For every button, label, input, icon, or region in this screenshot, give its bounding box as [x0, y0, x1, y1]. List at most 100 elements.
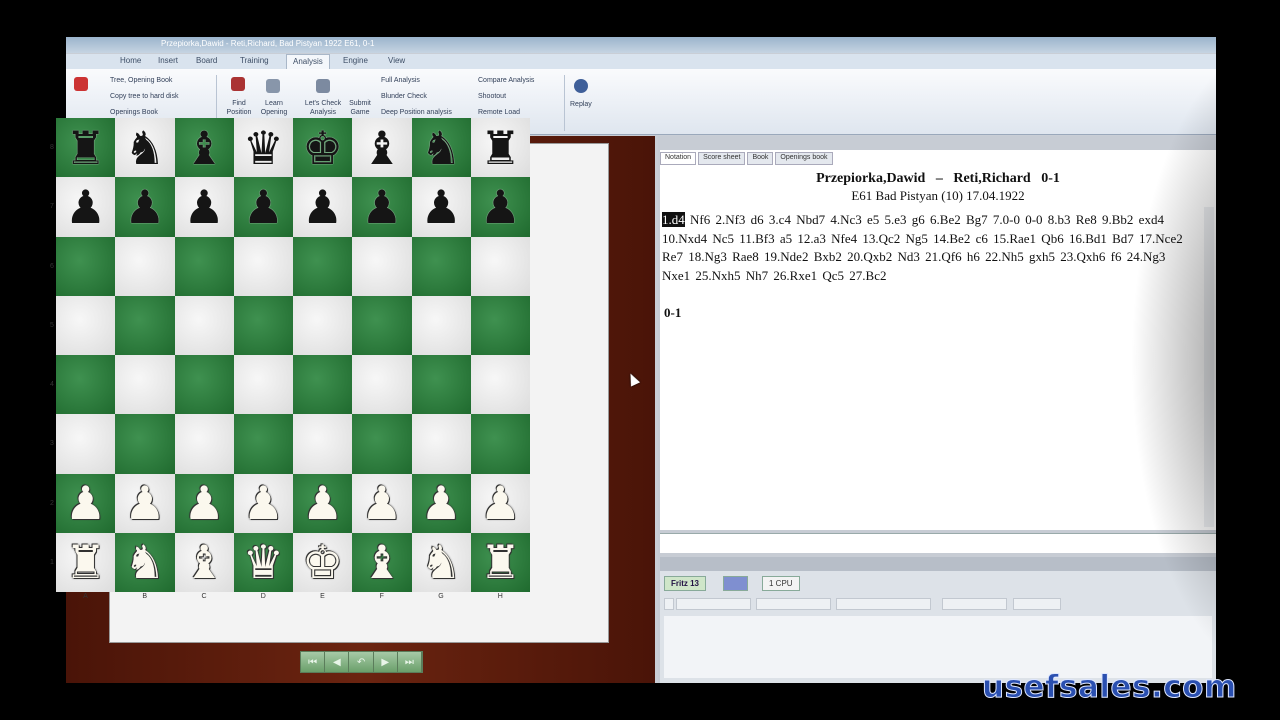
square-d3[interactable]	[233, 414, 293, 474]
square-d7[interactable]: ♟	[233, 177, 293, 237]
square-a3[interactable]	[56, 414, 116, 474]
lets-check-button[interactable]: Let's Check Analysis	[303, 99, 343, 117]
first-move-button[interactable]: ⏮	[301, 652, 326, 672]
tab-board[interactable]: Board	[196, 56, 217, 65]
black-pawn-icon[interactable]: ♟	[421, 184, 462, 230]
white-king-icon[interactable]: ♚	[302, 539, 343, 585]
notation-pane[interactable]	[660, 150, 1216, 530]
square-b2[interactable]: ♟	[115, 473, 175, 533]
chess-board[interactable]: ♜ ♞ ♝ ♛ ♚ ♝ ♞ ♜ ♟ ♟ ♟ ♟ ♟ ♟ ♟ ♟ ♟ ♟ ♟ ♟ ♟ ♟ ♟ ♟ ♜ ♞ ♝ ♛ ♚ ♝ ♞ ♜	[56, 118, 530, 592]
black-pawn-icon[interactable]: ♟	[361, 184, 402, 230]
engine-name-button[interactable]: Fritz 13	[664, 576, 707, 591]
white-knight-icon[interactable]: ♞	[124, 539, 165, 585]
deep-position-button[interactable]: Deep Position analysis	[381, 109, 452, 116]
white-pawn-icon[interactable]: ♟	[124, 480, 165, 526]
square-b7[interactable]: ♟	[115, 177, 175, 237]
square-g6[interactable]	[411, 236, 471, 296]
remote-load-button[interactable]: Remote Load	[478, 109, 520, 116]
square-c5[interactable]	[174, 295, 234, 355]
square-a4[interactable]	[56, 355, 116, 415]
copy-tree-button[interactable]: Copy tree to hard disk	[110, 93, 178, 100]
compare-analysis-button[interactable]: Compare Analysis	[478, 77, 534, 84]
square-h2[interactable]: ♟	[470, 473, 530, 533]
submit-game-button[interactable]: Submit Game	[340, 99, 380, 117]
tree-book-dropdown[interactable]: Tree, Opening Book	[110, 77, 172, 84]
black-pawn-icon[interactable]: ♟	[302, 184, 343, 230]
square-f4[interactable]	[352, 355, 412, 415]
square-e2[interactable]: ♟	[293, 473, 353, 533]
black-bishop-icon[interactable]: ♝	[361, 125, 402, 171]
blunder-check-button[interactable]: Blunder Check	[381, 93, 427, 100]
white-pawn-icon[interactable]: ♟	[421, 480, 462, 526]
black-knight-icon[interactable]: ♞	[124, 125, 165, 171]
square-g2[interactable]: ♟	[411, 473, 471, 533]
square-g5[interactable]	[411, 295, 471, 355]
square-e7[interactable]: ♟	[293, 177, 353, 237]
square-f1[interactable]: ♝	[352, 532, 412, 592]
tab-openings-book[interactable]: Openings book	[775, 152, 833, 165]
openings-book-button[interactable]: Openings Book	[110, 109, 158, 116]
square-c1[interactable]: ♝	[174, 532, 234, 592]
square-f2[interactable]: ♟	[352, 473, 412, 533]
white-pawn-icon[interactable]: ♟	[361, 480, 402, 526]
next-move-button[interactable]: ▶	[374, 652, 398, 672]
tab-engine[interactable]: Engine	[343, 56, 368, 65]
black-pawn-icon[interactable]: ♟	[184, 184, 225, 230]
square-c6[interactable]	[174, 236, 234, 296]
white-rook-icon[interactable]: ♜	[65, 539, 106, 585]
square-b6[interactable]	[115, 236, 175, 296]
white-pawn-icon[interactable]: ♟	[480, 480, 521, 526]
square-g8[interactable]: ♞	[411, 118, 471, 178]
white-bishop-icon[interactable]: ♝	[184, 539, 225, 585]
square-c7[interactable]: ♟	[174, 177, 234, 237]
square-b3[interactable]	[115, 414, 175, 474]
replay-button[interactable]: Replay	[570, 101, 592, 108]
tab-notation[interactable]: Notation	[660, 152, 697, 165]
square-h1[interactable]: ♜	[470, 532, 530, 592]
current-move[interactable]: 1.d4	[662, 212, 685, 227]
square-g3[interactable]	[411, 414, 471, 474]
square-a2[interactable]: ♟	[56, 473, 116, 533]
engine-cpu-button[interactable]: 1 CPU	[762, 576, 800, 591]
black-bishop-icon[interactable]: ♝	[184, 125, 225, 171]
square-a7[interactable]: ♟	[56, 177, 116, 237]
square-d8[interactable]: ♛	[233, 118, 293, 178]
tab-analysis[interactable]: Analysis	[286, 54, 330, 69]
square-g7[interactable]: ♟	[411, 177, 471, 237]
white-pawn-icon[interactable]: ♟	[302, 480, 343, 526]
tab-score-sheet[interactable]: Score sheet	[698, 152, 746, 165]
engine-toggle[interactable]	[664, 598, 674, 610]
square-b5[interactable]	[115, 295, 175, 355]
white-rook-icon[interactable]: ♜	[480, 539, 521, 585]
square-d1[interactable]: ♛	[233, 532, 293, 592]
black-knight-icon[interactable]: ♞	[421, 125, 462, 171]
square-h8[interactable]: ♜	[470, 118, 530, 178]
square-c2[interactable]: ♟	[174, 473, 234, 533]
square-h5[interactable]	[470, 295, 530, 355]
square-d5[interactable]	[233, 295, 293, 355]
tab-insert[interactable]: Insert	[158, 56, 178, 65]
square-e4[interactable]	[293, 355, 353, 415]
white-pawn-icon[interactable]: ♟	[65, 480, 106, 526]
square-d6[interactable]	[233, 236, 293, 296]
square-g4[interactable]	[411, 355, 471, 415]
square-b4[interactable]	[115, 355, 175, 415]
full-analysis-button[interactable]: Full Analysis	[381, 77, 420, 84]
square-e5[interactable]	[293, 295, 353, 355]
square-a6[interactable]	[56, 236, 116, 296]
black-king-icon[interactable]: ♚	[302, 125, 343, 171]
prev-move-button[interactable]: ◀	[325, 652, 350, 672]
tab-home[interactable]: Home	[120, 56, 141, 65]
tab-view[interactable]: View	[388, 56, 405, 65]
engine-stop-button[interactable]	[723, 576, 748, 591]
square-f8[interactable]: ♝	[352, 118, 412, 178]
square-f3[interactable]	[352, 414, 412, 474]
square-c3[interactable]	[174, 414, 234, 474]
tab-book[interactable]: Book	[747, 152, 774, 165]
black-rook-icon[interactable]: ♜	[65, 125, 106, 171]
title-bar[interactable]: Przepiorka,Dawid - Reti,Richard, Bad Pis…	[66, 37, 1216, 53]
black-pawn-icon[interactable]: ♟	[124, 184, 165, 230]
learn-opening-button[interactable]: Learn Opening	[254, 99, 294, 117]
square-f5[interactable]	[352, 295, 412, 355]
last-move-button[interactable]: ⏭	[398, 652, 423, 672]
